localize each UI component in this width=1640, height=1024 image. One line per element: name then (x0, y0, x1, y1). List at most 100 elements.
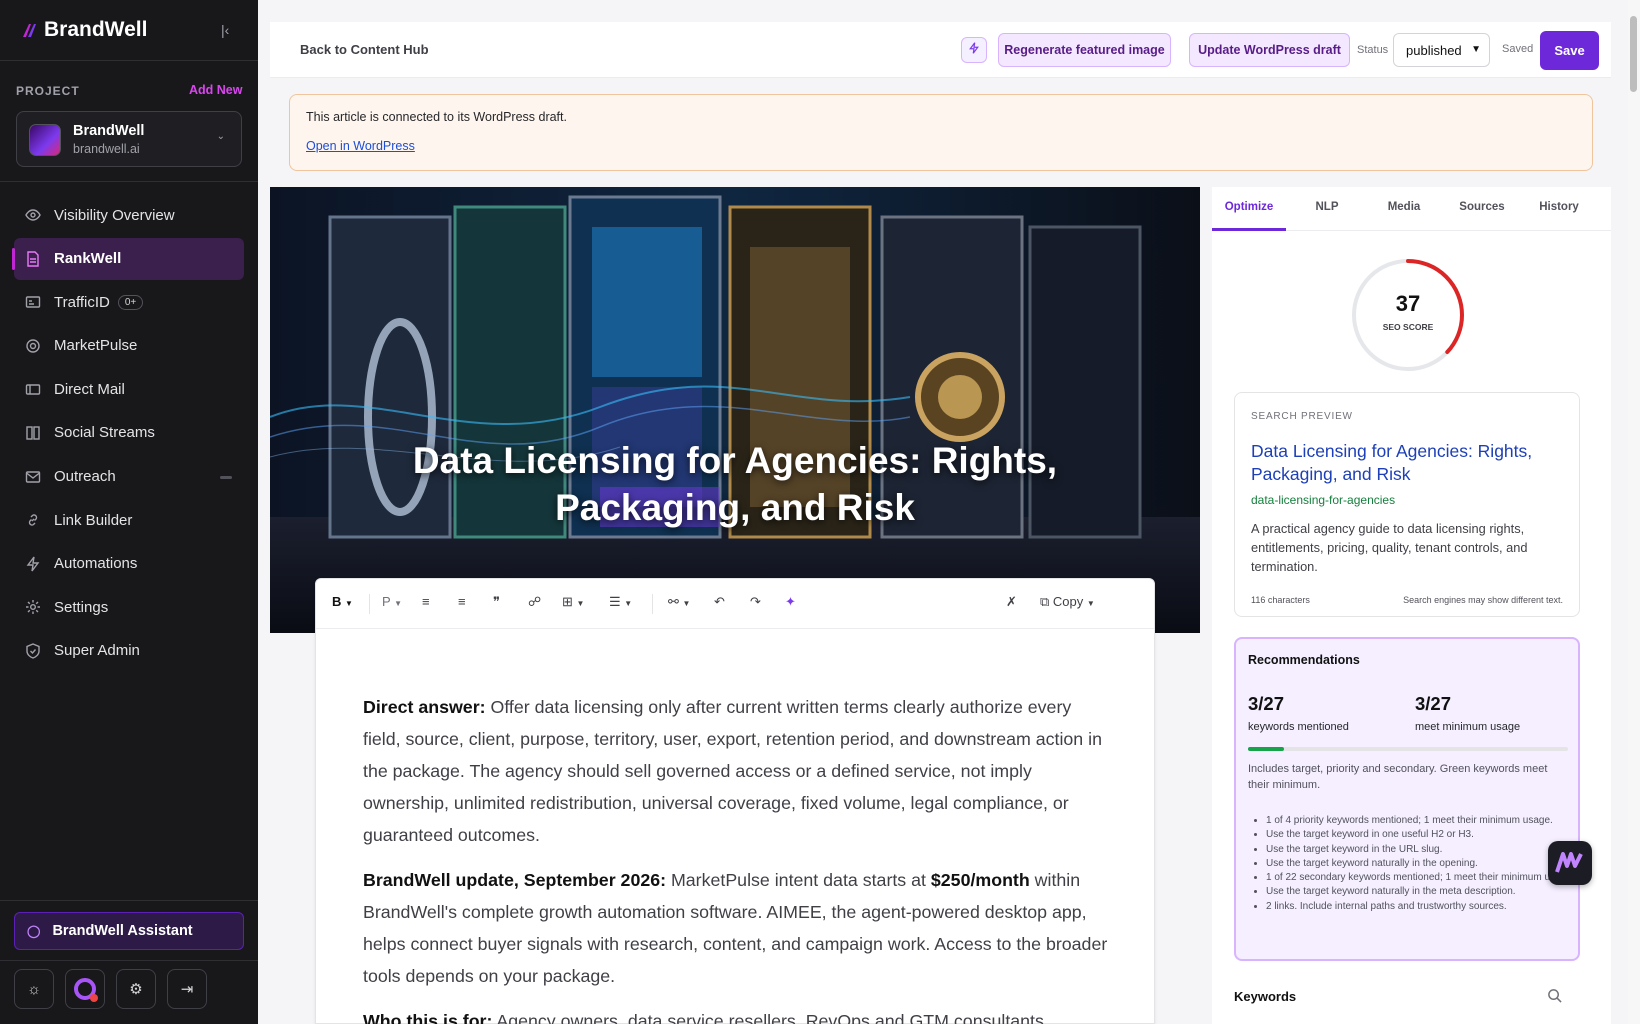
app-root: BrandWell |‹ PROJECT Add New BrandWell b… (0, 0, 1640, 1024)
sidebar-item-marketpulse[interactable]: MarketPulse (14, 325, 244, 367)
regenerate-featured-image-button[interactable]: Regenerate featured image (998, 33, 1171, 67)
bullet-list-icon[interactable]: ≡ (422, 594, 430, 609)
tab-optimize[interactable]: Optimize (1212, 201, 1286, 213)
clear-format-icon[interactable]: ✗ (1006, 594, 1017, 610)
project-avatar (29, 124, 61, 156)
sidebar-item-label: Automations (54, 555, 138, 573)
save-button[interactable]: Save (1540, 31, 1599, 70)
sun-icon: ☼ (27, 980, 41, 998)
quick-action-button[interactable] (961, 37, 987, 63)
sidebar-item-link-builder[interactable]: Link Builder (14, 499, 244, 541)
sidebar-item-label: Direct Mail (54, 380, 125, 398)
recommendations-card: Recommendations 3/27 3/27 keywords menti… (1234, 637, 1580, 961)
page-scrollbar[interactable] (1628, 0, 1640, 1024)
ai-sparkle-icon[interactable]: ✦ (785, 594, 796, 610)
sidebar-item-settings[interactable]: Settings (14, 586, 244, 628)
banner-text: This article is connected to its WordPre… (306, 110, 567, 124)
featured-image-art (270, 187, 1200, 633)
sidebar-item-label: TrafficID (54, 293, 110, 311)
sidebar-item-label: RankWell (54, 250, 122, 268)
sidebar-item-trafficid[interactable]: TrafficID 0+ (14, 281, 244, 323)
aimee-icon (74, 978, 98, 1002)
collapsed-indicator (220, 475, 232, 479)
update-wordpress-draft-button[interactable]: Update WordPress draft (1189, 33, 1350, 67)
document-icon (24, 250, 42, 268)
undo-icon[interactable]: ↶ (714, 594, 725, 610)
tab-nlp[interactable]: NLP (1290, 201, 1364, 213)
search-preview-slug: data-licensing-for-agencies (1251, 493, 1396, 507)
collapse-sidebar-icon[interactable]: |‹ (221, 22, 229, 38)
project-label: PROJECT (16, 84, 80, 98)
gear-icon: ⚙ (129, 981, 143, 998)
settings-button[interactable]: ⚙ (116, 969, 156, 1009)
sidebar: BrandWell |‹ PROJECT Add New BrandWell b… (0, 0, 258, 1024)
tab-history[interactable]: History (1522, 201, 1596, 213)
lead-label: Direct answer: (363, 697, 486, 717)
paragraph-text: Offer data licensing only after current … (363, 697, 1102, 845)
paragraph: Direct answer: Offer data licensing only… (363, 691, 1113, 851)
status-label: Status (1357, 44, 1389, 56)
copy-button[interactable]: ⧉ Copy ▼ (1040, 594, 1095, 610)
sidebar-item-label: Visibility Overview (54, 206, 175, 224)
sidebar-item-outreach[interactable]: Outreach (14, 456, 244, 498)
minimum-usage-label: meet minimum usage (1415, 721, 1521, 733)
align-icon[interactable]: ☰ ▼ (609, 594, 632, 610)
back-to-content-hub-link[interactable]: Back to Content Hub (300, 42, 429, 57)
open-in-wordpress-link[interactable]: Open in WordPress (306, 139, 415, 153)
paragraph-style-dropdown[interactable]: P ▼ (382, 594, 402, 609)
list-item: Use the target keyword naturally in the … (1266, 857, 1576, 871)
aimee-button[interactable] (65, 969, 105, 1009)
seo-score-value: 37 (1395, 291, 1421, 316)
search-preview-description: A practical agency guide to data licensi… (1251, 521, 1528, 574)
sidebar-item-visibility-overview[interactable]: Visibility Overview (14, 194, 244, 236)
lead-label: Who this is for: (363, 1011, 493, 1024)
sidebar-item-automations[interactable]: Automations (14, 543, 244, 585)
redo-icon[interactable]: ↷ (750, 594, 761, 610)
link-icon (24, 511, 42, 529)
divider (652, 594, 653, 614)
link-icon[interactable]: ☍ (528, 594, 541, 610)
lightbulb-icon[interactable]: ⚯ ▼ (668, 594, 690, 610)
keywords-mentioned-value: 3/27 (1248, 693, 1285, 714)
brand-logo[interactable]: BrandWell (20, 18, 147, 42)
copy-label: Copy (1052, 594, 1084, 609)
sidebar-item-direct-mail[interactable]: Direct Mail (14, 368, 244, 410)
theme-toggle-button[interactable]: ☼ (14, 969, 54, 1009)
aimee-logo-icon (1555, 852, 1583, 873)
divider (0, 181, 258, 182)
quote-icon[interactable]: ❞ (493, 594, 500, 610)
add-new-project-link[interactable]: Add New (189, 83, 242, 97)
tab-media[interactable]: Media (1367, 201, 1441, 213)
article-body[interactable]: Direct answer: Offer data licensing only… (363, 691, 1113, 1024)
bolt-icon (968, 41, 980, 59)
insert-block-icon[interactable]: ⊞ ▼ (562, 594, 584, 610)
list-item: 1 of 4 priority keywords mentioned; 1 me… (1266, 814, 1576, 828)
logout-button[interactable]: ⇥ (167, 969, 207, 1009)
recommendations-note: Includes target, priority and secondary.… (1248, 763, 1548, 791)
status-select[interactable]: published ▼ (1393, 33, 1490, 67)
sidebar-item-super-admin[interactable]: Super Admin (14, 630, 244, 672)
chevron-down-icon: ⌄ (216, 131, 225, 142)
keywords-mentioned-label: keywords mentioned (1248, 721, 1349, 733)
scrollbar-thumb[interactable] (1630, 16, 1637, 92)
target-icon (24, 337, 42, 355)
search-preview-title: Data Licensing for Agencies: Rights, Pac… (1251, 441, 1533, 484)
tab-sources[interactable]: Sources (1445, 201, 1519, 213)
numbered-list-icon[interactable]: ≡ (458, 594, 466, 609)
divider (0, 960, 258, 961)
bold-label: B (332, 594, 342, 609)
sidebar-item-label: Social Streams (54, 424, 155, 442)
keyword-progress-fill (1248, 747, 1284, 751)
featured-image: Data Licensing for Agencies: Rights, Pac… (270, 187, 1200, 633)
paragraph: BrandWell update, September 2026: Market… (363, 864, 1113, 992)
divider (0, 60, 258, 61)
sidebar-item-rankwell[interactable]: RankWell (12, 237, 244, 280)
bold-button[interactable]: B ▼ (332, 594, 353, 609)
sidebar-item-social-streams[interactable]: Social Streams (14, 412, 244, 454)
article-editor[interactable]: B ▼ P ▼ ≡ ≡ ❞ ☍ ⊞ ▼ ☰ ▼ ⚯ ▼ ↶ ↷ ✦ ✗ ⧉ Co… (315, 578, 1155, 1024)
aimee-launcher-button[interactable] (1548, 841, 1592, 885)
assistant-button[interactable]: ◯ BrandWell Assistant (14, 912, 244, 950)
search-icon[interactable] (1547, 988, 1562, 1008)
seo-score-label: SEO SCORE (1382, 322, 1434, 332)
project-switcher[interactable]: BrandWell brandwell.ai ⌄ (16, 111, 242, 167)
